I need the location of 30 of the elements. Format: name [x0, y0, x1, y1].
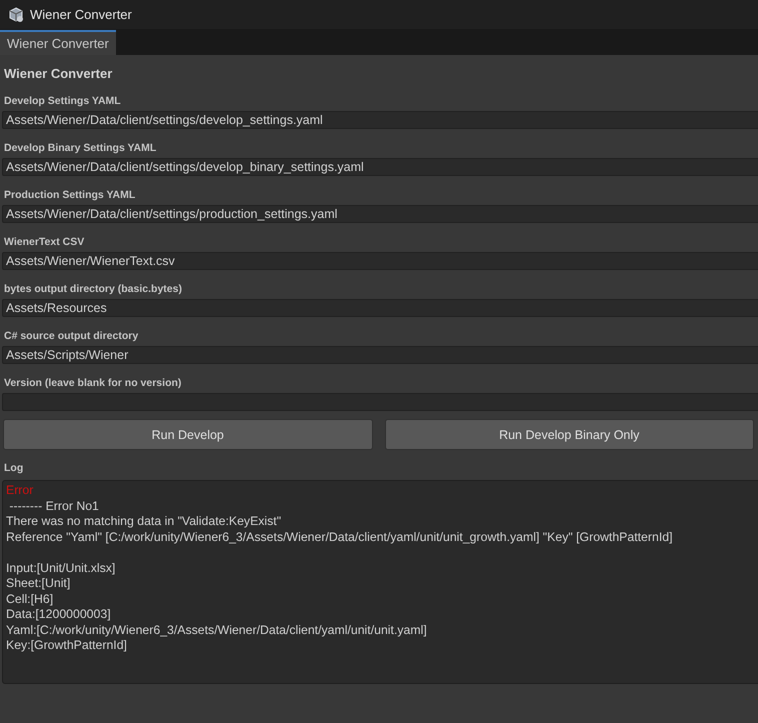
tab[interactable]: Wiener Converter [0, 30, 116, 55]
log-line: Reference "Yaml" [C:/work/unity/Wiener6_3/Assets/Wiener/Data/client/yaml/unit/unit_growth.yaml] "Key" [GrowthPatternId] [6, 530, 674, 545]
log-label: Log [3, 461, 24, 476]
log-line: -------- Error No1 [8, 498, 100, 514]
text-field[interactable]: Assets/Wiener/Data/client/settings/production_settings.yaml [2, 205, 758, 223]
run-button[interactable]: Run Develop Binary Only [384, 419, 754, 450]
error-text: Error [6, 483, 34, 498]
field-label: Production Settings YAML [3, 188, 136, 203]
log-line: Key:[GrowthPatternId] [6, 638, 128, 654]
log-line: Data:[1200000003] [6, 607, 112, 622]
text-field[interactable]: Assets/Wiener/Data/client/settings/develop_binary_settings.yaml [2, 158, 758, 176]
log-line: Yaml:[C:/work/unity/Wiener6_3/Assets/Wiener/Data/client/yaml/unit/unit.yaml] [6, 622, 428, 638]
panel-heading: Wiener Converter [3, 65, 114, 83]
field-label: bytes output directory (basic.bytes) [3, 282, 183, 297]
window-title: Wiener Converter [30, 7, 132, 22]
text-field[interactable]: Assets/Wiener/Data/client/settings/develop_settings.yaml [2, 111, 758, 129]
log-line: There was no matching data in "Validate:KeyExist" [6, 514, 282, 530]
log-line: Sheet:[Unit] [6, 576, 72, 592]
text-field[interactable]: Assets/Wiener/WienerText.csv [2, 252, 758, 270]
field-label: C# source output directory [3, 329, 140, 344]
run-button[interactable]: Run Develop [3, 419, 372, 450]
log-line: Input:[Unit/Unit.xlsx] [6, 560, 116, 576]
field-label: Develop Binary Settings YAML [3, 141, 158, 156]
cube-icon [8, 6, 24, 22]
text-field[interactable]: Assets/Resources [2, 299, 758, 317]
field-label: WienerText CSV [3, 235, 86, 250]
field-label: Develop Settings YAML [3, 94, 122, 109]
log-line: Cell:[H6] [6, 592, 54, 607]
text-field[interactable]: Assets/Scripts/Wiener [2, 346, 758, 364]
field-label: Version (leave blank for no version) [3, 376, 182, 391]
